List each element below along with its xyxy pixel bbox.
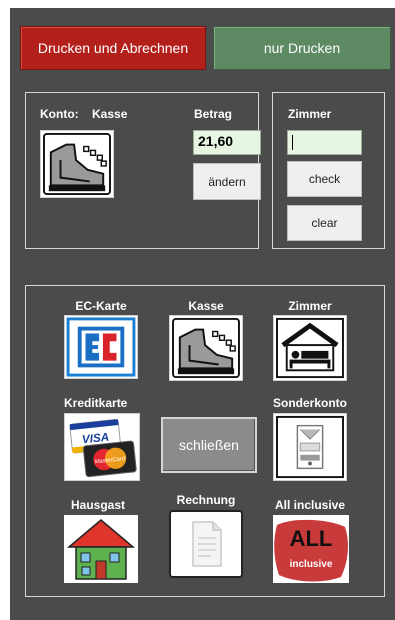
room-panel: Zimmer check clear xyxy=(272,92,385,249)
credit-card-icon[interactable]: VISA MasterCard xyxy=(64,413,140,481)
change-amount-button[interactable]: ändern xyxy=(193,163,261,200)
account-panel: Konto: Kasse Betrag 21,60 ändern xyxy=(25,92,261,249)
inclusive-text: inclusive xyxy=(290,559,333,570)
all-inclusive-label: All inclusive xyxy=(274,498,346,512)
invoice-icon[interactable] xyxy=(169,510,243,578)
payment-window: Drucken und Abrechnen nur Drucken Konto:… xyxy=(10,8,395,620)
cash-label: Kasse xyxy=(188,299,224,313)
amount-field[interactable]: 21,60 xyxy=(193,130,261,155)
print-and-bill-button[interactable]: Drucken und Abrechnen xyxy=(20,26,206,70)
amount-label: Betrag xyxy=(194,107,233,121)
house-guest-icon[interactable] xyxy=(64,515,138,583)
all-text: ALL xyxy=(290,526,333,551)
ec-card-icon[interactable] xyxy=(64,315,138,379)
clear-button[interactable]: clear xyxy=(287,205,362,241)
room-label: Zimmer xyxy=(288,107,332,121)
room-number-field[interactable] xyxy=(287,130,362,155)
payment-methods-panel: EC-Karte Kasse Zimmer Kreditkarte VISA M… xyxy=(25,285,385,597)
all-inclusive-icon[interactable]: ALL inclusive xyxy=(273,515,349,583)
special-account-icon[interactable] xyxy=(273,413,347,481)
close-button[interactable]: schließen xyxy=(161,417,257,473)
credit-card-label: Kreditkarte xyxy=(64,396,128,410)
account-label: Konto: xyxy=(40,107,79,121)
account-value: Kasse xyxy=(92,107,128,121)
cash-register-icon[interactable] xyxy=(40,130,114,198)
cash-icon[interactable] xyxy=(169,315,243,381)
ec-card-label: EC-Karte xyxy=(75,299,127,313)
invoice-label: Rechnung xyxy=(176,493,236,507)
print-only-button[interactable]: nur Drucken xyxy=(213,26,391,70)
room-bed-icon[interactable] xyxy=(273,315,347,381)
house-guest-label: Hausgast xyxy=(71,498,126,512)
check-button[interactable]: check xyxy=(287,161,362,197)
room-charge-label: Zimmer xyxy=(288,299,332,313)
special-account-label: Sonderkonto xyxy=(273,396,347,410)
